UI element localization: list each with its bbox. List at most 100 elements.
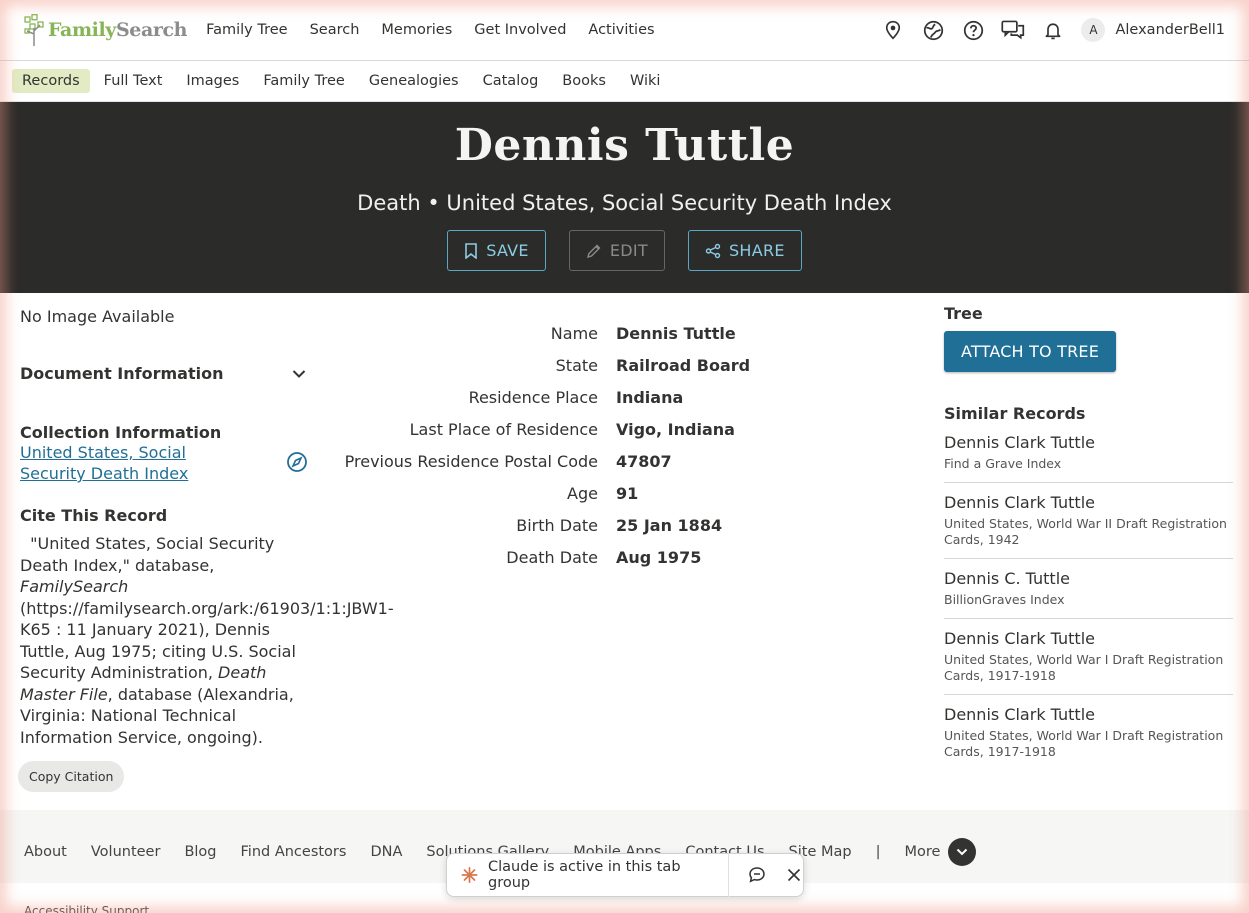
fact-value: 47807	[616, 451, 672, 471]
toast-text: Claude is active in this tab group	[488, 859, 681, 891]
nav-get-involved[interactable]: Get Involved	[474, 22, 566, 38]
similar-record-collection: United States, World War I Draft Registr…	[944, 652, 1224, 683]
nav-search[interactable]: Search	[310, 22, 360, 38]
header-right: A AlexanderBell1	[865, 18, 1225, 42]
search-subnav: Records Full Text Images Family Tree Gen…	[0, 61, 1249, 102]
record-subtitle: Death • United States, Social Security D…	[357, 191, 892, 215]
similar-record[interactable]: Dennis Clark Tuttle United States, World…	[944, 695, 1233, 770]
claude-spark-icon	[461, 867, 478, 883]
similar-record-collection: United States, World War I Draft Registr…	[944, 728, 1224, 759]
fact-row: Previous Residence Postal Code 47807	[305, 445, 920, 477]
fact-row: State Railroad Board	[305, 349, 920, 381]
similar-records-title: Similar Records	[944, 404, 1086, 423]
subnav-family-tree[interactable]: Family Tree	[253, 69, 354, 93]
fact-label: Previous Residence Postal Code	[344, 451, 598, 471]
chevron-down-icon	[292, 369, 306, 378]
more-label: More	[904, 843, 941, 860]
fact-row: Age 91	[305, 477, 920, 509]
share-button[interactable]: SHARE	[687, 230, 802, 271]
similar-record-name: Dennis Clark Tuttle	[944, 629, 1095, 648]
footer-band	[0, 810, 1249, 820]
share-icon	[705, 243, 721, 258]
attach-to-tree-button[interactable]: ATTACH TO TREE	[944, 331, 1117, 372]
similar-record-name: Dennis Clark Tuttle	[944, 493, 1095, 512]
globe-icon[interactable]	[921, 18, 945, 42]
similar-record[interactable]: Dennis Clark Tuttle Find a Grave Index	[944, 423, 1233, 483]
logo-text: FamilySearch	[48, 19, 188, 41]
subnav-genealogies[interactable]: Genealogies	[359, 69, 469, 93]
footer-volunteer[interactable]: Volunteer	[91, 844, 161, 860]
footer-separator: |	[875, 843, 881, 860]
no-image-text: No Image Available	[20, 307, 175, 326]
record-title: Dennis Tuttle	[454, 120, 795, 171]
top-header: FamilySearch Family Tree Search Memories…	[0, 0, 1249, 61]
main-nav: Family Tree Search Memories Get Involved…	[206, 22, 676, 38]
footer-dna[interactable]: DNA	[370, 844, 402, 860]
footer-blog[interactable]: Blog	[184, 844, 216, 860]
edit-button[interactable]: EDIT	[568, 230, 665, 271]
fact-row: Name Dennis Tuttle	[305, 317, 920, 349]
toast-divider	[728, 853, 730, 897]
similar-record[interactable]: Dennis C. Tuttle BillionGraves Index	[944, 559, 1233, 619]
similar-record-collection: Find a Grave Index	[944, 456, 1062, 471]
fact-label: State	[555, 355, 598, 375]
similar-record[interactable]: Dennis Clark Tuttle United States, World…	[944, 483, 1233, 559]
chevron-down-icon	[948, 837, 977, 866]
fact-label: Death Date	[506, 547, 598, 567]
citation-text: "United States, Social Security Death In…	[20, 534, 394, 747]
fact-value: Aug 1975	[616, 547, 702, 567]
username[interactable]: AlexanderBell1	[1115, 22, 1225, 38]
nav-memories[interactable]: Memories	[381, 22, 452, 38]
copy-citation-button[interactable]: Copy Citation	[18, 761, 125, 792]
save-button[interactable]: SAVE	[447, 230, 546, 271]
subnav-full-text[interactable]: Full Text	[94, 69, 173, 93]
similar-record[interactable]: Dennis Clark Tuttle United States, World…	[944, 619, 1233, 695]
collection-information-title: Collection Information	[20, 423, 222, 442]
similar-record-name: Dennis Clark Tuttle	[944, 705, 1095, 724]
fact-row: Last Place of Residence Vigo, Indiana	[305, 413, 920, 445]
save-label: SAVE	[486, 241, 529, 260]
help-icon[interactable]	[961, 18, 985, 42]
fact-label: Last Place of Residence	[409, 419, 598, 439]
footer-find-ancestors[interactable]: Find Ancestors	[241, 844, 347, 860]
fact-label: Name	[550, 323, 598, 343]
collection-link[interactable]: United States, Social Security Death Ind…	[20, 442, 250, 484]
cite-this-record-title: Cite This Record	[20, 506, 168, 525]
subnav-images[interactable]: Images	[176, 69, 249, 93]
close-icon[interactable]	[784, 865, 803, 885]
nav-activities[interactable]: Activities	[588, 22, 654, 38]
fact-value: Indiana	[616, 387, 684, 407]
subnav-wiki[interactable]: Wiki	[620, 69, 670, 93]
nav-family-tree[interactable]: Family Tree	[206, 22, 287, 38]
avatar[interactable]: A	[1081, 18, 1106, 42]
record-actions: SAVE EDIT SHARE	[0, 230, 1249, 271]
location-pin-icon[interactable]	[881, 18, 905, 42]
tree-logo-icon	[24, 14, 44, 46]
subnav-records[interactable]: Records	[12, 69, 90, 93]
tree-title: Tree	[944, 304, 983, 323]
pencil-icon	[586, 244, 601, 258]
footer-more-button[interactable]: More	[904, 837, 977, 866]
left-column: No Image Available Document Information …	[0, 293, 394, 813]
record-main: No Image Available Document Information …	[0, 293, 1249, 813]
footer-about[interactable]: About	[24, 844, 67, 860]
chat-icon[interactable]	[1001, 18, 1025, 42]
bookmark-icon	[465, 242, 477, 259]
collection-row: United States, Social Security Death Ind…	[20, 442, 308, 484]
fact-value: 25 Jan 1884	[616, 515, 723, 535]
document-information-label: Document Information	[20, 364, 224, 383]
chat-bubble-icon[interactable]	[747, 865, 766, 885]
edit-label: EDIT	[609, 241, 648, 260]
document-information-toggle[interactable]: Document Information	[20, 364, 306, 383]
bell-icon[interactable]	[1041, 18, 1065, 42]
accessibility-support-link[interactable]: Accessibility Support	[24, 904, 149, 913]
right-column: Tree ATTACH TO TREE Similar Records Denn…	[944, 293, 1233, 813]
claude-active-toast: Claude is active in this tab group	[446, 853, 804, 897]
subnav-books[interactable]: Books	[552, 69, 616, 93]
share-label: SHARE	[728, 241, 785, 260]
subnav-catalog[interactable]: Catalog	[473, 69, 549, 93]
similar-record-collection: BillionGraves Index	[944, 592, 1065, 607]
fact-row: Death Date Aug 1975	[305, 541, 920, 573]
fact-label: Age	[567, 483, 598, 503]
familysearch-logo[interactable]: FamilySearch	[24, 14, 187, 46]
